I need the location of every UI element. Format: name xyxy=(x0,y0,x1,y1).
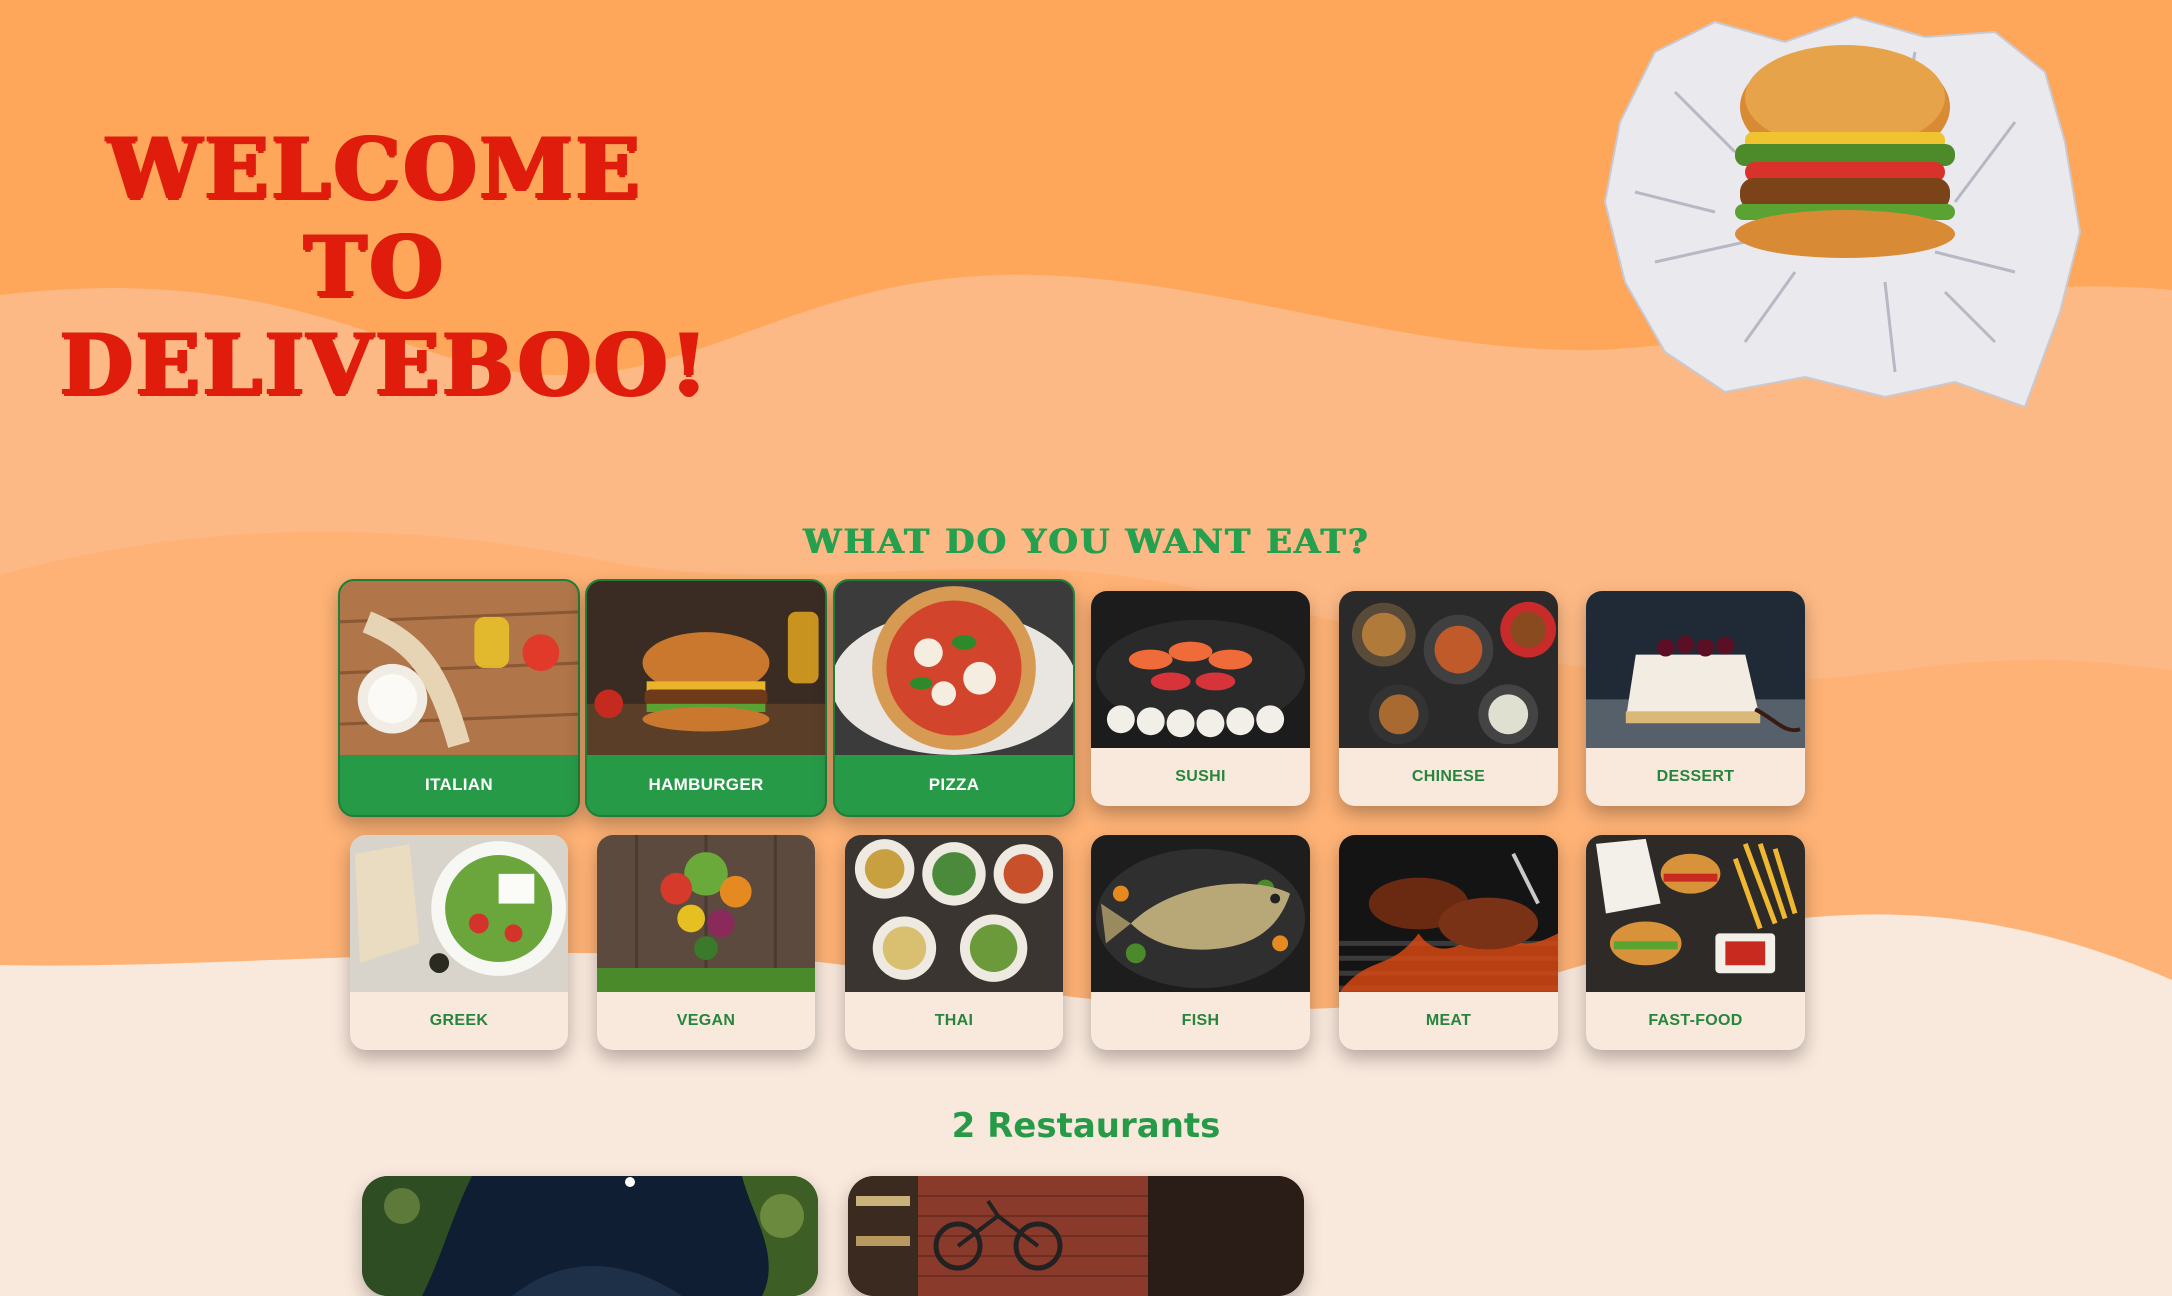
meat-photo xyxy=(1339,835,1558,992)
category-card-sushi[interactable]: SUSHI xyxy=(1091,591,1310,806)
category-label: DESSERT xyxy=(1656,768,1735,785)
italian-food-photo xyxy=(340,581,578,755)
restaurant-night-garden-photo xyxy=(362,1176,818,1296)
category-grid: ITALIAN HAMBURGER PIZZA SUSHI CHINESE DE… xyxy=(0,0,2172,1264)
category-card-meat[interactable]: MEAT xyxy=(1339,835,1558,1050)
chinese-food-photo xyxy=(1339,591,1558,748)
greek-food-photo xyxy=(350,835,568,992)
category-card-greek[interactable]: GREEK xyxy=(350,835,568,1050)
dessert-photo xyxy=(1586,591,1805,748)
category-card-italian[interactable]: ITALIAN xyxy=(338,579,580,817)
category-card-hamburger[interactable]: HAMBURGER xyxy=(585,579,827,817)
category-label: THAI xyxy=(934,1012,974,1029)
category-label: GREEK xyxy=(429,1012,489,1029)
category-label: FISH xyxy=(1181,1012,1220,1029)
category-card-fast-food[interactable]: FAST-FOOD xyxy=(1586,835,1805,1050)
category-label: HAMBURGER xyxy=(648,775,764,794)
category-card-fish[interactable]: FISH xyxy=(1091,835,1310,1050)
restaurant-card[interactable] xyxy=(362,1176,818,1296)
category-label: FAST-FOOD xyxy=(1648,1012,1743,1029)
fast-food-photo xyxy=(1586,835,1805,992)
thai-food-photo xyxy=(845,835,1063,992)
category-card-thai[interactable]: THAI xyxy=(845,835,1063,1050)
restaurant-brick-interior-photo xyxy=(848,1176,1304,1296)
restaurants-count: 2 Restaurants xyxy=(951,1106,1221,1146)
category-label: SUSHI xyxy=(1175,768,1226,785)
category-label: MEAT xyxy=(1425,1012,1472,1029)
category-card-chinese[interactable]: CHINESE xyxy=(1339,591,1558,806)
vegan-food-photo xyxy=(597,835,815,992)
pizza-photo xyxy=(835,581,1073,755)
hamburger-photo xyxy=(587,581,825,755)
category-card-pizza[interactable]: PIZZA xyxy=(833,579,1075,817)
category-card-vegan[interactable]: VEGAN xyxy=(597,835,815,1050)
category-card-dessert[interactable]: DESSERT xyxy=(1586,591,1805,806)
restaurant-card[interactable] xyxy=(848,1176,1304,1296)
category-label: VEGAN xyxy=(676,1012,736,1029)
category-label: ITALIAN xyxy=(425,775,493,794)
sushi-photo xyxy=(1091,591,1310,748)
fish-photo xyxy=(1091,835,1310,992)
category-label: CHINESE xyxy=(1411,768,1486,785)
category-label: PIZZA xyxy=(928,775,980,794)
